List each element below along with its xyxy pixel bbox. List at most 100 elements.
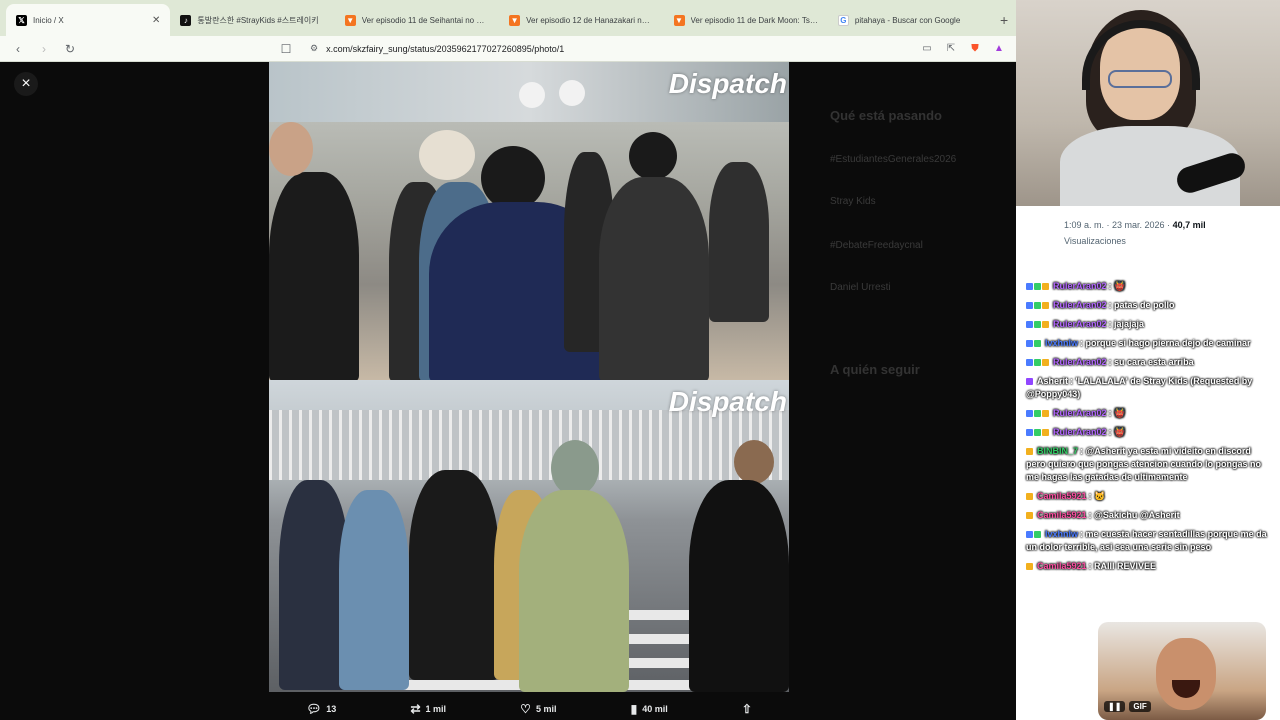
chat-text: : patas de pollo	[1108, 300, 1175, 310]
chat-badges	[1026, 407, 1050, 420]
views-label: Visualizaciones	[1064, 236, 1126, 246]
tweet-time: 1:09 a. m. · 23 mar. 2026 ·	[1064, 220, 1173, 230]
photo-airport-interior[interactable]: Dispatch	[269, 62, 789, 380]
chat-text: : 👹	[1108, 408, 1126, 418]
chat-username: RulerAran02	[1053, 427, 1107, 437]
tab-label: Ver episodio 11 de Seihantai no Kim	[361, 15, 490, 25]
chat-message: Asherit: 'LALALALA' de Stray Kids (Reque…	[1026, 375, 1270, 401]
repost-count: 1 mil	[425, 704, 447, 714]
like-count: 5 mil	[535, 704, 557, 714]
view-count: 40 mil	[642, 704, 668, 714]
tab-tiktok[interactable]: ♪ 통발란스한 #StrayKids #스트레이키	[170, 4, 334, 36]
tab-label: Ver episodio 12 de Hanazakari no Ki	[526, 15, 654, 25]
chat-username: RulerAran02	[1053, 357, 1107, 367]
photo-viewer: Qué está pasando #EstudiantesGenerales20…	[0, 62, 1016, 720]
chat-text: : 👹	[1108, 281, 1126, 291]
chat-badges	[1026, 375, 1034, 388]
reaction-gif[interactable]: ❚❚ GIF	[1098, 622, 1266, 720]
tab-crunchyroll-1[interactable]: ▼ Ver episodio 11 de Seihantai no Kim	[335, 4, 499, 36]
tiktok-icon: ♪	[180, 14, 192, 26]
chat-username: BINBIN_7	[1037, 446, 1079, 456]
chat-text: : su cara esta arriba	[1108, 357, 1194, 367]
chat-username: Asherit	[1037, 376, 1069, 386]
tweet-actions-bar: 💬︎ 13 ⇄ 1 mil ♡ 5 mil ▮ 40 mil ⇧	[269, 698, 789, 720]
share-icon[interactable]: ⇱	[944, 42, 958, 56]
tab-label: pitahaya - Buscar con Google	[854, 15, 961, 25]
chat-badges	[1026, 445, 1034, 458]
tweet-views-count: 40,7 mil	[1172, 220, 1206, 230]
views-button[interactable]: ▮ 40 mil	[631, 702, 668, 716]
forward-icon[interactable]: ›	[36, 41, 52, 57]
chat-badges	[1026, 560, 1034, 573]
tweet-timestamp: 1:09 a. m. · 23 mar. 2026 · 40,7 mil	[1064, 220, 1206, 230]
dispatch-watermark: Dispatch	[668, 386, 787, 417]
rewards-icon[interactable]: ▲	[992, 42, 1006, 56]
site-info-icon[interactable]: ⚙	[310, 43, 318, 54]
tab-google[interactable]: G pitahaya - Buscar con Google	[828, 4, 992, 36]
repost-button[interactable]: ⇄ 1 mil	[410, 702, 446, 716]
chat-username: RulerAran02	[1053, 408, 1107, 418]
chat-username: RulerAran02	[1053, 281, 1107, 291]
chat-text: : jajajaja	[1108, 319, 1145, 329]
photo-crosswalk[interactable]: Dispatch	[269, 380, 789, 692]
chat-username: Camila5921	[1037, 491, 1087, 501]
share-button[interactable]: ⇧	[742, 702, 752, 716]
back-icon[interactable]: ‹	[10, 41, 26, 57]
pause-icon[interactable]: ❚❚	[1104, 701, 1126, 712]
tab-label: Inicio / X	[33, 15, 64, 25]
chat-username: Camila5921	[1037, 510, 1087, 520]
chat-text: : porque si hago pierna dejo de caminar	[1080, 338, 1251, 348]
bookmark-icon[interactable]: ☐	[278, 41, 294, 57]
chat-username: lvxhnlw	[1045, 529, 1079, 539]
address-bar-row: ‹ › ↻ ☐ ⚙ x.com/skzfairy_sung/status/203…	[0, 36, 1016, 62]
chat-text: : 👹	[1108, 427, 1126, 437]
chat-message: RulerAran02: jajajaja	[1026, 318, 1270, 331]
chat-badges	[1026, 509, 1034, 522]
chat-message: RulerAran02: patas de pollo	[1026, 299, 1270, 312]
chat-message: lvxhnlw: porque si hago pierna dejo de c…	[1026, 337, 1270, 350]
close-tab-icon[interactable]: ✕	[152, 15, 160, 26]
dispatch-watermark: Dispatch	[668, 68, 787, 99]
gif-badge: GIF	[1129, 701, 1151, 712]
x-logo-icon: 𝕏	[16, 14, 27, 26]
crunchyroll-icon: ▼	[673, 14, 685, 26]
chat-message: RulerAran02: 👹	[1026, 426, 1270, 439]
trend-item: Daniel Urresti	[830, 282, 891, 293]
tab-label: Ver episodio 11 de Dark Moon: Tsuk	[690, 15, 818, 25]
chat-message: RulerAran02: su cara esta arriba	[1026, 356, 1270, 369]
reload-icon[interactable]: ↻	[62, 41, 78, 57]
heart-icon: ♡	[520, 702, 531, 716]
share-icon: ⇧	[741, 702, 752, 716]
tab-x-home[interactable]: 𝕏 Inicio / X ✕	[6, 4, 171, 36]
chat-username: RulerAran02	[1053, 300, 1107, 310]
chat-message: lvxhnlw: me cuesta hacer sentadillas por…	[1026, 528, 1270, 554]
tab-crunchyroll-2[interactable]: ▼ Ver episodio 12 de Hanazakari no Ki	[499, 4, 663, 36]
omnibox[interactable]: ⚙ x.com/skzfairy_sung/status/20359621770…	[304, 39, 910, 59]
chat-message: BINBIN_7: @Asherit ya esta mi videito en…	[1026, 445, 1270, 484]
chat-message: RulerAran02: 👹	[1026, 280, 1270, 293]
chat-username: RulerAran02	[1053, 319, 1107, 329]
chat-message: RulerAran02: 👹	[1026, 407, 1270, 420]
chat-badges	[1026, 280, 1050, 293]
stream-overlay: 1:09 a. m. · 23 mar. 2026 · 40,7 mil Vis…	[1016, 0, 1280, 720]
chat-badges	[1026, 318, 1050, 331]
cast-icon[interactable]: ▭	[920, 42, 934, 56]
chat-badges	[1026, 299, 1050, 312]
webcam-feed	[1016, 0, 1280, 206]
trend-item: #EstudiantesGenerales2026	[830, 154, 957, 165]
like-button[interactable]: ♡ 5 mil	[520, 702, 556, 716]
chat-username: Camila5921	[1037, 561, 1087, 571]
trend-item: Stray Kids	[830, 196, 876, 207]
trends-heading: Qué está pasando	[830, 108, 942, 123]
browser-tab-bar: 𝕏 Inicio / X ✕ ♪ 통발란스한 #StrayKids #스트레이키…	[0, 0, 1016, 36]
crunchyroll-icon: ▼	[509, 14, 521, 26]
close-viewer-button[interactable]: ×	[14, 72, 38, 96]
brave-shield-icon[interactable]: ⛊	[968, 42, 982, 56]
new-tab-button[interactable]: +	[992, 4, 1016, 36]
tab-label: 통발란스한 #StrayKids #스트레이키	[197, 15, 319, 25]
tab-crunchyroll-3[interactable]: ▼ Ver episodio 11 de Dark Moon: Tsuk	[664, 4, 828, 36]
url-text[interactable]: x.com/skzfairy_sung/status/2035962177027…	[326, 44, 904, 54]
chat-badges	[1026, 490, 1034, 503]
reply-button[interactable]: 💬︎ 13	[306, 702, 336, 716]
google-icon: G	[837, 14, 849, 26]
